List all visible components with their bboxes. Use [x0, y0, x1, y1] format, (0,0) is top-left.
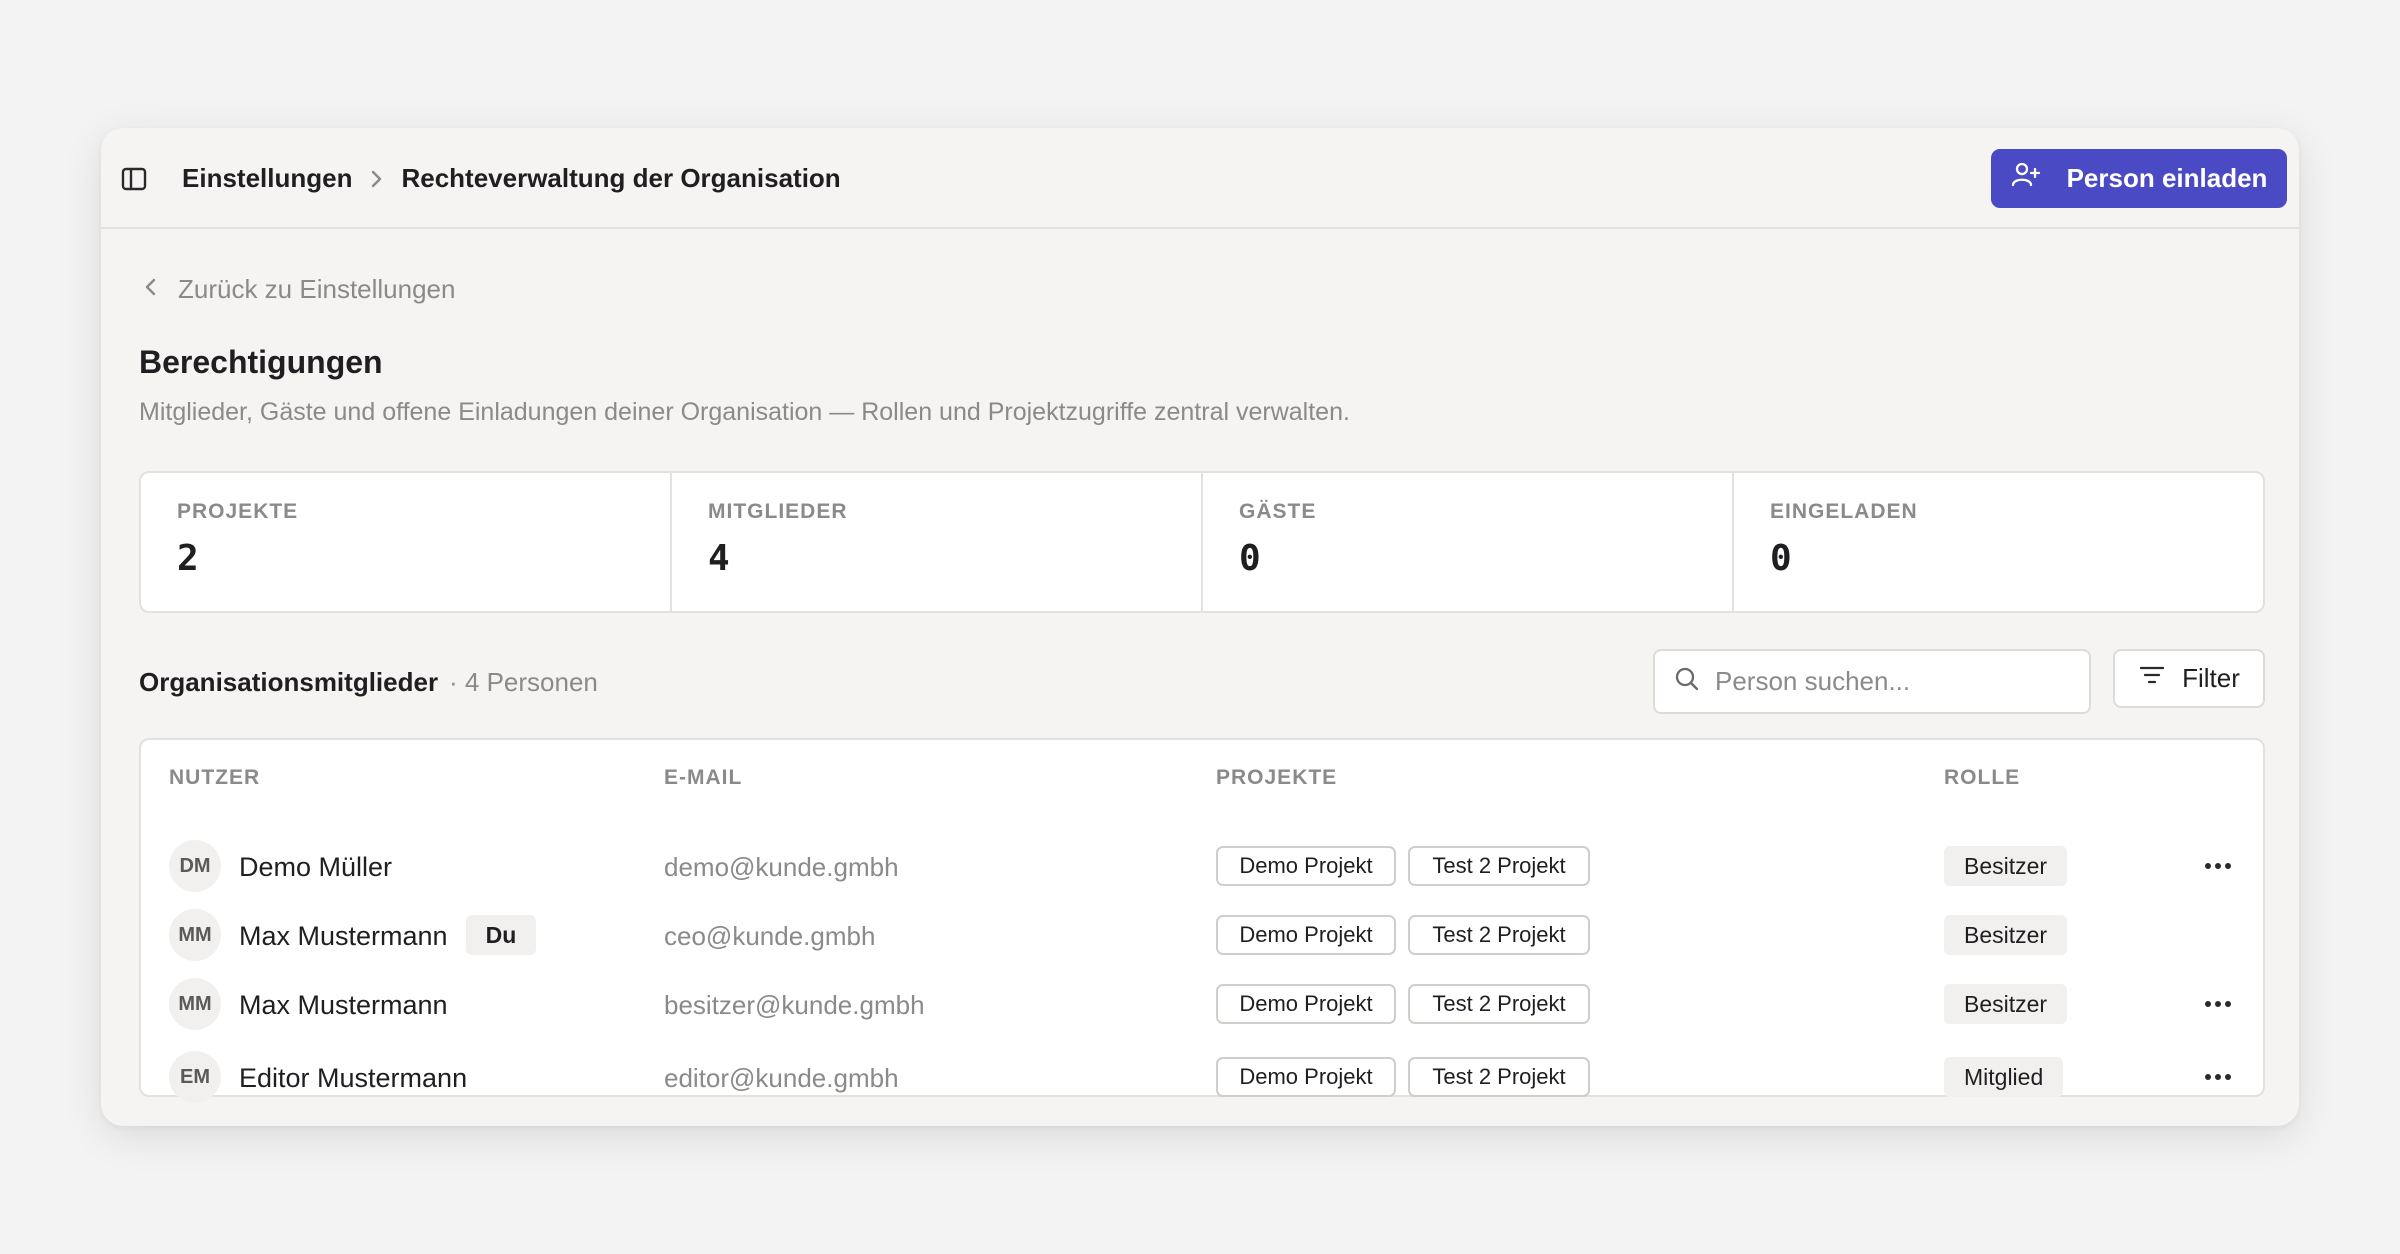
- avatar: EM: [169, 1051, 221, 1103]
- back-link-label: Zurück zu Einstellungen: [178, 274, 456, 304]
- user-plus-icon: [2011, 160, 2041, 197]
- column-header-user: NUTZER: [169, 766, 261, 789]
- filter-label: Filter: [2182, 663, 2240, 693]
- chevron-left-icon: [144, 274, 158, 305]
- app-window: Einstellungen Rechteverwaltung der Organ…: [101, 128, 2299, 1126]
- project-tag[interactable]: Test 2 Projekt: [1408, 846, 1590, 886]
- role-badge: Besitzer: [1944, 984, 2068, 1024]
- stat-label: MITGLIEDER: [708, 500, 848, 523]
- current-user-badge: Du: [466, 915, 536, 955]
- page-title: Berechtigungen: [139, 344, 383, 380]
- project-tag[interactable]: Test 2 Projekt: [1408, 984, 1590, 1024]
- more-horizontal-icon[interactable]: [2201, 852, 2235, 880]
- table-row: MM Max Mustermann besitzer@kunde.gmbh De…: [141, 974, 2263, 1034]
- avatar: MM: [169, 909, 221, 961]
- breadcrumb-parent[interactable]: Einstellungen: [182, 163, 352, 194]
- stats-panel: PROJEKTE 2 MITGLIEDER 4 GÄSTE 0 EINGELAD…: [139, 471, 2265, 613]
- project-tag[interactable]: Demo Projekt: [1216, 846, 1396, 886]
- table-row: MM Max Mustermann Du ceo@kunde.gmbh Demo…: [141, 905, 2263, 965]
- members-count: · 4 Personen: [449, 667, 598, 697]
- member-email: editor@kunde.gmbh: [664, 1063, 899, 1093]
- table-row: EM Editor Mustermann editor@kunde.gmbh D…: [141, 1047, 2263, 1107]
- more-horizontal-icon[interactable]: [2201, 990, 2235, 1018]
- table-row: DM Demo Müller demo@kunde.gmbh Demo Proj…: [141, 836, 2263, 896]
- stat-label: GÄSTE: [1239, 500, 1317, 523]
- stat-members: MITGLIEDER 4: [672, 473, 1203, 611]
- members-table: NUTZER E-MAIL PROJEKTE ROLLE DM Demo Mül…: [139, 738, 2265, 1103]
- role-badge: Mitglied: [1944, 1057, 2064, 1097]
- member-name: Max Mustermann: [239, 990, 448, 1020]
- stat-value: 0: [1239, 538, 1261, 579]
- stat-label: PROJEKTE: [177, 500, 299, 523]
- stat-invited: EINGELADEN 0: [1734, 473, 2263, 611]
- search-icon: [1673, 665, 1701, 698]
- member-name: Demo Müller: [239, 852, 393, 882]
- top-bar: Einstellungen Rechteverwaltung der Organ…: [101, 128, 2299, 229]
- members-section-title: Organisationsmitglieder: [139, 667, 439, 697]
- person-search-input[interactable]: [1715, 666, 2085, 697]
- column-header-projects: PROJEKTE: [1216, 766, 1338, 789]
- member-email: ceo@kunde.gmbh: [664, 921, 876, 951]
- stat-label: EINGELADEN: [1770, 500, 1918, 523]
- sidebar-toggle-icon[interactable]: [120, 165, 148, 193]
- member-email: besitzer@kunde.gmbh: [664, 990, 925, 1020]
- project-tag[interactable]: Test 2 Projekt: [1408, 1057, 1590, 1097]
- project-tag[interactable]: Demo Projekt: [1216, 984, 1396, 1024]
- member-email: demo@kunde.gmbh: [664, 852, 899, 882]
- filter-button[interactable]: Filter: [2113, 649, 2265, 708]
- invite-person-label: Person einladen: [2066, 163, 2268, 193]
- breadcrumb: Einstellungen Rechteverwaltung der Organ…: [182, 128, 841, 229]
- stat-value: 2: [177, 538, 199, 579]
- member-name: Max Mustermann: [239, 921, 448, 951]
- back-to-settings-link[interactable]: Zurück zu Einstellungen: [144, 274, 455, 305]
- chevron-right-icon: [368, 168, 384, 190]
- avatar: MM: [169, 978, 221, 1030]
- role-badge: Besitzer: [1944, 846, 2068, 886]
- stat-guests: GÄSTE 0: [1203, 473, 1734, 611]
- filter-icon: [2138, 663, 2166, 694]
- column-header-role: ROLLE: [1944, 766, 2021, 789]
- project-tag[interactable]: Demo Projekt: [1216, 1057, 1396, 1097]
- stat-value: 0: [1770, 538, 1792, 579]
- project-tag[interactable]: Test 2 Projekt: [1408, 915, 1590, 955]
- person-search: [1653, 649, 2091, 714]
- project-tag[interactable]: Demo Projekt: [1216, 915, 1396, 955]
- invite-person-button[interactable]: Person einladen: [1991, 149, 2287, 208]
- member-name: Editor Mustermann: [239, 1063, 468, 1093]
- column-header-email: E-MAIL: [664, 766, 743, 789]
- stat-value: 4: [708, 538, 730, 579]
- avatar: DM: [169, 840, 221, 892]
- more-horizontal-icon[interactable]: [2201, 1063, 2235, 1091]
- page-description: Mitglieder, Gäste und offene Einladungen…: [139, 398, 1350, 426]
- role-badge: Besitzer: [1944, 915, 2068, 955]
- stat-projects: PROJEKTE 2: [141, 473, 672, 611]
- breadcrumb-current: Rechteverwaltung der Organisation: [401, 163, 841, 193]
